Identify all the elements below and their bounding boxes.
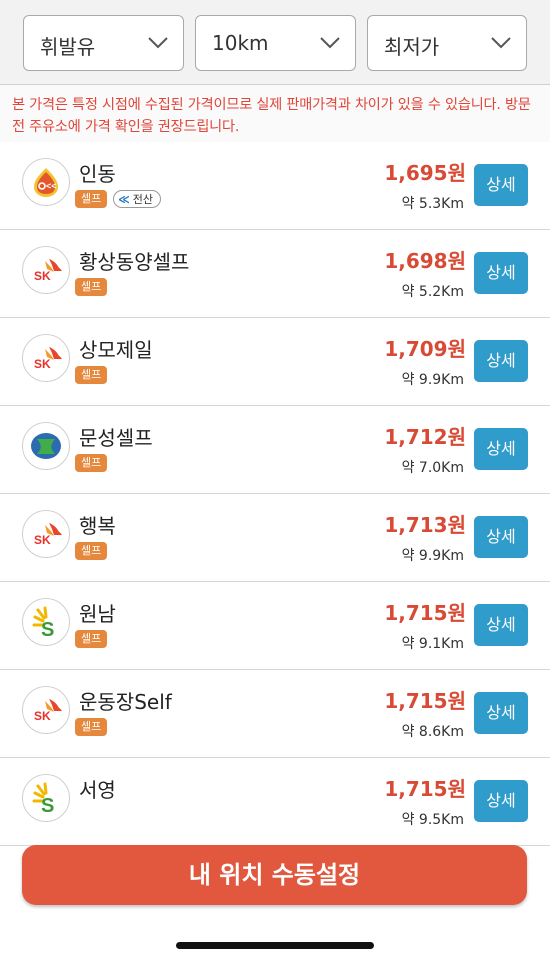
station-distance: 약 9.9Km [401, 548, 464, 564]
station-badges: 셀프 [75, 366, 108, 386]
station-price: 1,709원 [384, 337, 466, 361]
station-row[interactable]: S 서영 1,715원 약 9.5Km 상세 [0, 758, 550, 846]
station-name: 운동장Self [79, 690, 172, 714]
self-badge: 셀프 [75, 718, 108, 736]
station-distance: 약 9.9Km [401, 372, 464, 388]
station-distance: 약 9.1Km [401, 636, 464, 652]
sk-icon: SK [22, 686, 70, 734]
self-badge: 셀프 [75, 190, 108, 208]
manual-location-button[interactable]: 내 위치 수동설정 [22, 845, 527, 905]
chevron-down-icon [491, 37, 511, 49]
station-name: 원남 [79, 602, 116, 626]
self-badge: 셀프 [75, 278, 108, 296]
sk-icon: SK [22, 510, 70, 558]
filter-bar: 휘발유 10km 최저가 [0, 0, 550, 84]
station-price: 1,698원 [384, 249, 466, 273]
station-row[interactable]: SK 운동장Self 셀프 1,715원 약 8.6Km 상세 [0, 670, 550, 758]
self-badge: 셀프 [75, 630, 108, 648]
station-distance: 약 9.5Km [401, 812, 464, 828]
station-badges: 셀프 [75, 278, 108, 298]
detail-button[interactable]: 상세 [474, 780, 528, 822]
gs-caltex-icon: S [22, 774, 70, 822]
sort-select[interactable]: 최저가 [367, 15, 527, 71]
station-distance: 약 5.3Km [401, 196, 464, 212]
home-indicator [176, 942, 374, 949]
station-price: 1,715원 [384, 601, 466, 625]
chevron-down-icon [320, 37, 340, 49]
station-list: << 인동 셀프 ≪ 전산 1,695원 약 5.3Km 상세 SK 황상동양셀프 … [0, 142, 550, 846]
station-price: 1,715원 [384, 777, 466, 801]
detail-button[interactable]: 상세 [474, 428, 528, 470]
sort-value: 최저가 [384, 35, 440, 59]
detail-button[interactable]: 상세 [474, 692, 528, 734]
station-row[interactable]: SK 황상동양셀프 셀프 1,698원 약 5.2Km 상세 [0, 230, 550, 318]
svg-text:SK: SK [34, 269, 51, 283]
detail-button[interactable]: 상세 [474, 604, 528, 646]
payment-icon: ≪ [118, 193, 130, 206]
chevron-down-icon [148, 37, 168, 49]
payment-label: 전산 [132, 193, 154, 206]
station-price: 1,715원 [384, 689, 466, 713]
station-price: 1,712원 [384, 425, 466, 449]
station-badges: 셀프 [75, 454, 108, 474]
station-distance: 약 5.2Km [401, 284, 464, 300]
detail-button[interactable]: 상세 [474, 516, 528, 558]
station-price: 1,695원 [384, 161, 466, 185]
station-badges: 셀프 ≪ 전산 [75, 190, 162, 210]
svg-text:SK: SK [34, 533, 51, 547]
self-badge: 셀프 [75, 542, 108, 560]
svg-text:SK: SK [34, 357, 51, 371]
station-row[interactable]: SK 상모제일 셀프 1,709원 약 9.9Km 상세 [0, 318, 550, 406]
station-badges: 셀프 [75, 630, 108, 650]
station-name: 서영 [79, 778, 116, 802]
detail-button[interactable]: 상세 [474, 252, 528, 294]
svg-text:S: S [41, 619, 54, 641]
station-badges: 셀프 [75, 542, 108, 562]
sk-icon: SK [22, 246, 70, 294]
station-name: 행복 [79, 514, 116, 538]
station-price: 1,713원 [384, 513, 466, 537]
station-distance: 약 7.0Km [401, 460, 464, 476]
station-row[interactable]: << 인동 셀프 ≪ 전산 1,695원 약 5.3Km 상세 [0, 142, 550, 230]
station-name: 문성셀프 [79, 426, 153, 450]
s-oil-icon: << [22, 158, 70, 206]
self-badge: 셀프 [75, 454, 108, 472]
svg-text:S: S [41, 795, 54, 817]
radius-value: 10km [212, 31, 269, 55]
station-badges: 셀프 [75, 718, 108, 738]
station-row[interactable]: SK 행복 셀프 1,713원 약 9.9Km 상세 [0, 494, 550, 582]
station-name: 황상동양셀프 [79, 250, 190, 274]
station-name: 상모제일 [79, 338, 153, 362]
detail-button[interactable]: 상세 [474, 340, 528, 382]
station-name: 인동 [79, 162, 116, 186]
svg-text:<<: << [46, 181, 57, 191]
fuel-type-select[interactable]: 휘발유 [23, 15, 184, 71]
station-row[interactable]: 문성셀프 셀프 1,712원 약 7.0Km 상세 [0, 406, 550, 494]
station-distance: 약 8.6Km [401, 724, 464, 740]
hyundai-oilbank-icon [22, 422, 70, 470]
sk-icon: SK [22, 334, 70, 382]
fuel-type-value: 휘발유 [40, 35, 96, 59]
radius-select[interactable]: 10km [195, 15, 356, 71]
price-notice: 본 가격은 특정 시점에 수집된 가격이므로 실제 판매가격과 차이가 있을 수… [0, 84, 550, 142]
svg-text:SK: SK [34, 709, 51, 723]
detail-button[interactable]: 상세 [474, 164, 528, 206]
station-row[interactable]: S 원남 셀프 1,715원 약 9.1Km 상세 [0, 582, 550, 670]
self-badge: 셀프 [75, 366, 108, 384]
payment-badge: ≪ 전산 [113, 190, 162, 208]
gs-caltex-icon: S [22, 598, 70, 646]
